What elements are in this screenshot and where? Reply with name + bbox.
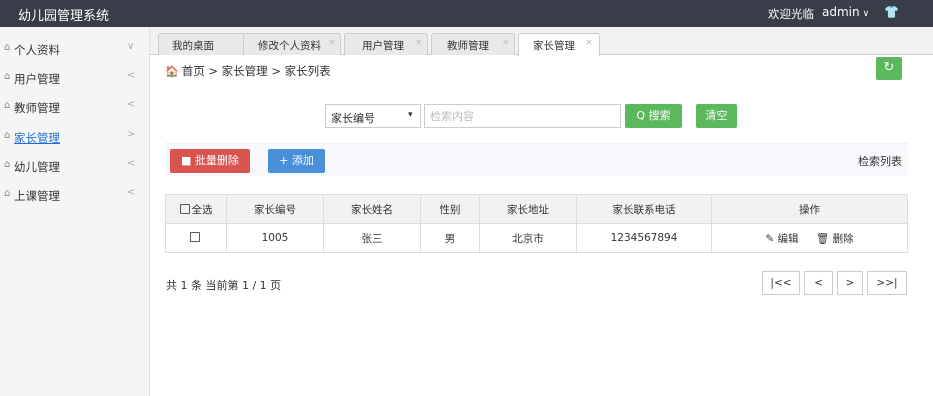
prev-page-button[interactable]: < — [804, 271, 833, 295]
sidebar-item-classes[interactable]: ⌂ 上课管理 < — [0, 181, 150, 210]
column-header: 操作 — [711, 194, 908, 224]
tab-label: 教师管理 — [447, 40, 489, 52]
home-icon: ⌂ — [4, 71, 11, 82]
sidebar-item-label: 家长管理 — [14, 131, 60, 145]
table-header-row: 全选 家长编号 家长姓名 性别 家长地址 家长联系电话 操作 — [165, 194, 908, 224]
close-icon[interactable]: × — [328, 38, 336, 48]
batch-delete-button[interactable]: ■ 批量删除 — [170, 149, 250, 173]
select-all-label: 全选 — [191, 203, 213, 216]
toolbar: ■ 批量删除 + 添加 检索列表 — [165, 143, 908, 176]
next-page-button[interactable]: > — [837, 271, 863, 295]
chevron-left-icon: < — [127, 70, 136, 81]
tab-bar: 我的桌面 修改个人资料 × 用户管理 × 教师管理 × 家长管理 × — [150, 27, 933, 56]
sidebar-item-label: 个人资料 — [14, 43, 60, 57]
sidebar-item-users[interactable]: ⌂ 用户管理 < — [0, 64, 150, 93]
tab-label: 修改个人资料 — [258, 40, 321, 52]
close-icon[interactable]: × — [585, 38, 593, 48]
tab-edit-profile[interactable]: 修改个人资料 × — [243, 33, 341, 55]
cell-gender: 男 — [420, 223, 480, 253]
search-button[interactable]: Q 搜索 — [625, 104, 682, 128]
tab-desktop[interactable]: 我的桌面 — [158, 33, 246, 55]
home-icon: 🏠 — [165, 65, 179, 78]
column-header: 家长编号 — [226, 194, 324, 224]
chevron-down-icon: ∨ — [862, 9, 870, 19]
close-icon[interactable]: × — [415, 38, 423, 48]
sidebar-item-label: 用户管理 — [14, 72, 60, 86]
tab-teachers[interactable]: 教师管理 × — [431, 33, 515, 55]
search-field-select[interactable]: 家长编号 ▾ — [325, 104, 421, 128]
top-header: 幼儿园管理系统 欢迎光临 admin ∨ 👕 — [0, 0, 933, 27]
home-icon: ⌂ — [4, 159, 11, 170]
user-menu[interactable]: admin ∨ — [822, 5, 869, 19]
sidebar-item-label: 幼儿管理 — [14, 160, 60, 174]
cell-actions: ✎ 编辑 🗑 删除 — [711, 223, 908, 253]
cell-id: 1005 — [226, 223, 324, 253]
pagination-summary: 共 1 条 当前第 1 / 1 页 — [166, 279, 282, 292]
chevron-left-icon: < — [127, 187, 136, 198]
tab-label: 我的桌面 — [172, 40, 214, 52]
home-icon: ⌂ — [4, 42, 11, 53]
home-icon: ⌂ — [4, 100, 11, 111]
refresh-button[interactable]: ↻ — [876, 57, 902, 80]
sidebar: ⌂ 个人资料 ∨ ⌂ 用户管理 < ⌂ 教师管理 < ⌂ 家长管理 > ⌂ 幼儿… — [0, 27, 150, 396]
tab-users[interactable]: 用户管理 × — [344, 33, 428, 55]
select-all-header[interactable]: 全选 — [165, 194, 227, 224]
search-input[interactable] — [424, 104, 621, 128]
tab-parents[interactable]: 家长管理 × — [518, 33, 600, 56]
breadcrumb-separator: > — [271, 64, 281, 78]
home-icon: ⌂ — [4, 188, 11, 199]
chevron-down-icon: ▾ — [408, 110, 413, 120]
breadcrumb-separator: > — [208, 64, 218, 78]
cell-name: 张三 — [323, 223, 421, 253]
chevron-down-icon: ∨ — [127, 41, 135, 52]
shirt-icon[interactable]: 👕 — [884, 5, 899, 19]
column-header: 家长联系电话 — [576, 194, 712, 224]
refresh-icon: ↻ — [883, 60, 895, 75]
row-checkbox[interactable] — [190, 232, 200, 242]
column-header: 家长姓名 — [323, 194, 421, 224]
tab-label: 用户管理 — [362, 40, 404, 52]
sidebar-item-children[interactable]: ⌂ 幼儿管理 < — [0, 152, 150, 181]
tab-label: 家长管理 — [533, 40, 575, 52]
welcome-text: 欢迎光临 — [768, 7, 814, 21]
breadcrumb-page: 家长列表 — [284, 64, 331, 78]
breadcrumb: 🏠 首页 > 家长管理 > 家长列表 — [165, 63, 331, 79]
chevron-right-icon: > — [127, 129, 136, 140]
last-page-button[interactable]: >>| — [867, 271, 907, 295]
add-button[interactable]: + 添加 — [268, 149, 325, 173]
column-header: 家长地址 — [479, 194, 577, 224]
search-field-value: 家长编号 — [331, 112, 375, 125]
app-title: 幼儿园管理系统 — [18, 9, 110, 24]
edit-link[interactable]: ✎ 编辑 — [765, 233, 798, 245]
select-all-checkbox[interactable] — [179, 203, 190, 214]
username: admin — [822, 5, 860, 19]
column-header: 性别 — [420, 194, 480, 224]
home-icon: ⌂ — [4, 130, 11, 141]
breadcrumb-home[interactable]: 首页 — [182, 64, 205, 78]
table-row: 1005 张三 男 北京市 1234567894 ✎ 编辑 🗑 删除 — [165, 223, 908, 253]
sidebar-item-label: 教师管理 — [14, 101, 60, 115]
breadcrumb-section[interactable]: 家长管理 — [222, 64, 268, 78]
chevron-left-icon: < — [127, 99, 136, 110]
cell-address: 北京市 — [479, 223, 577, 253]
clear-button[interactable]: 清空 — [696, 104, 737, 128]
first-page-button[interactable]: |<< — [762, 271, 800, 295]
close-icon[interactable]: × — [502, 38, 510, 48]
row-checkbox-cell — [165, 223, 227, 253]
sidebar-item-profile[interactable]: ⌂ 个人资料 ∨ — [0, 35, 150, 64]
sidebar-item-teachers[interactable]: ⌂ 教师管理 < — [0, 93, 150, 122]
cell-phone: 1234567894 — [576, 223, 712, 253]
parents-table: 全选 家长编号 家长姓名 性别 家长地址 家长联系电话 操作 1005 张三 男… — [165, 194, 908, 253]
sidebar-item-label: 上课管理 — [14, 189, 60, 203]
sidebar-item-parents[interactable]: ⌂ 家长管理 > — [0, 123, 150, 152]
chevron-left-icon: < — [127, 158, 136, 169]
retrieve-list-label: 检索列表 — [858, 155, 902, 168]
delete-link[interactable]: 🗑 删除 — [816, 233, 854, 245]
